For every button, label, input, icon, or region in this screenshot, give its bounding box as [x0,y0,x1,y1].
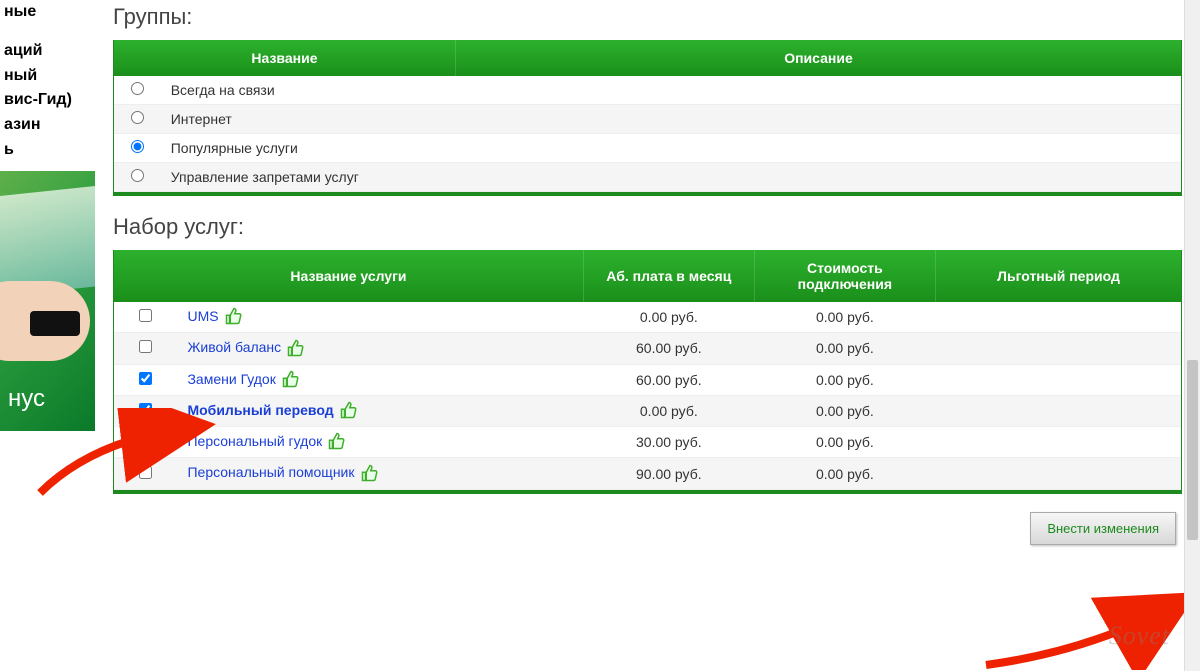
service-link[interactable]: UMS [187,308,218,324]
group-name: Всегда на связи [161,76,456,105]
thumbs-up-icon [287,338,305,356]
table-row: Всегда на связи [114,76,1181,105]
col-header-service-name: Название услуги [114,250,583,302]
grace-cell [936,302,1181,333]
services-title: Набор услуг: [113,214,1182,240]
cost-cell: 0.00 руб. [754,333,935,364]
sidebar-item[interactable]: ь [0,138,95,163]
fee-cell: 60.00 руб. [583,333,754,364]
grace-cell [936,458,1181,489]
service-link[interactable]: Замени Гудок [187,371,275,387]
thumbs-up-icon [328,432,346,450]
service-checkbox[interactable] [139,466,152,479]
thumbs-up-icon [282,370,300,388]
submit-button[interactable]: Внести изменения [1030,512,1176,545]
promo-banner: нус [0,171,95,431]
cost-cell: 0.00 руб. [754,395,935,426]
sidebar-item[interactable]: азин [0,113,95,138]
cost-cell: 0.00 руб. [754,302,935,333]
services-table: Название услуги Аб. плата в месяц Стоимо… [114,250,1181,490]
scrollbar[interactable] [1184,0,1200,671]
table-row: Мобильный перевод 0.00 руб.0.00 руб. [114,395,1181,426]
col-header-desc: Описание [455,40,1181,76]
fee-cell: 60.00 руб. [583,364,754,395]
table-row: Персональный гудок 30.00 руб.0.00 руб. [114,427,1181,458]
fee-cell: 0.00 руб. [583,395,754,426]
col-header-cost: Стоимость подключения [754,250,935,302]
sidebar-item[interactable]: ный [0,64,95,89]
groups-table: Название Описание Всегда на связиИнтерне… [114,40,1181,192]
table-row: Управление запретами услуг [114,163,1181,192]
fee-cell: 90.00 руб. [583,458,754,489]
group-radio[interactable] [131,82,144,95]
group-name: Популярные услуги [161,134,456,163]
table-row: Персональный помощник 90.00 руб.0.00 руб. [114,458,1181,489]
cost-cell: 0.00 руб. [754,458,935,489]
cost-cell: 0.00 руб. [754,427,935,458]
sidebar: ные аций ный вис-Гид) азин ь нус [0,0,95,671]
sidebar-item[interactable]: ные [0,0,95,25]
sidebar-item[interactable]: вис-Гид) [0,88,95,113]
table-row: UMS 0.00 руб.0.00 руб. [114,302,1181,333]
groups-title: Группы: [113,4,1182,30]
thumbs-up-icon [225,307,243,325]
service-checkbox[interactable] [139,340,152,353]
table-row: Замени Гудок 60.00 руб.0.00 руб. [114,364,1181,395]
services-panel: Название услуги Аб. плата в месяц Стоимо… [113,250,1182,494]
group-radio[interactable] [131,111,144,124]
annotation-arrow-icon [976,590,1200,670]
grace-cell [936,395,1181,426]
group-desc [455,163,1181,192]
service-link[interactable]: Персональный гудок [187,433,322,449]
thumbs-up-icon [340,401,358,419]
grace-cell [936,427,1181,458]
banner-text: нус [8,385,45,413]
service-link[interactable]: Персональный помощник [187,464,354,480]
group-desc [455,105,1181,134]
group-desc [455,134,1181,163]
col-header-fee: Аб. плата в месяц [583,250,754,302]
service-link[interactable]: Мобильный перевод [187,402,333,418]
fee-cell: 0.00 руб. [583,302,754,333]
group-name: Интернет [161,105,456,134]
service-checkbox[interactable] [139,434,152,447]
submit-row: Внести изменения [113,512,1182,545]
col-header-name: Название [114,40,455,76]
fee-cell: 30.00 руб. [583,427,754,458]
table-row: Интернет [114,105,1181,134]
sidebar-item[interactable]: аций [0,39,95,64]
main-content: Группы: Название Описание Всегда на связ… [95,0,1200,671]
table-row: Популярные услуги [114,134,1181,163]
thumbs-up-icon [361,463,379,481]
service-checkbox[interactable] [139,309,152,322]
col-header-grace: Льготный период [936,250,1181,302]
cost-cell: 0.00 руб. [754,364,935,395]
service-checkbox[interactable] [139,403,152,416]
group-desc [455,76,1181,105]
grace-cell [936,364,1181,395]
groups-panel: Название Описание Всегда на связиИнтерне… [113,40,1182,196]
table-row: Живой баланс 60.00 руб.0.00 руб. [114,333,1181,364]
service-link[interactable]: Живой баланс [187,339,281,355]
scrollbar-thumb[interactable] [1187,360,1198,540]
group-radio[interactable] [131,169,144,182]
grace-cell [936,333,1181,364]
group-name: Управление запретами услуг [161,163,456,192]
group-radio[interactable] [131,140,144,153]
service-checkbox[interactable] [139,372,152,385]
